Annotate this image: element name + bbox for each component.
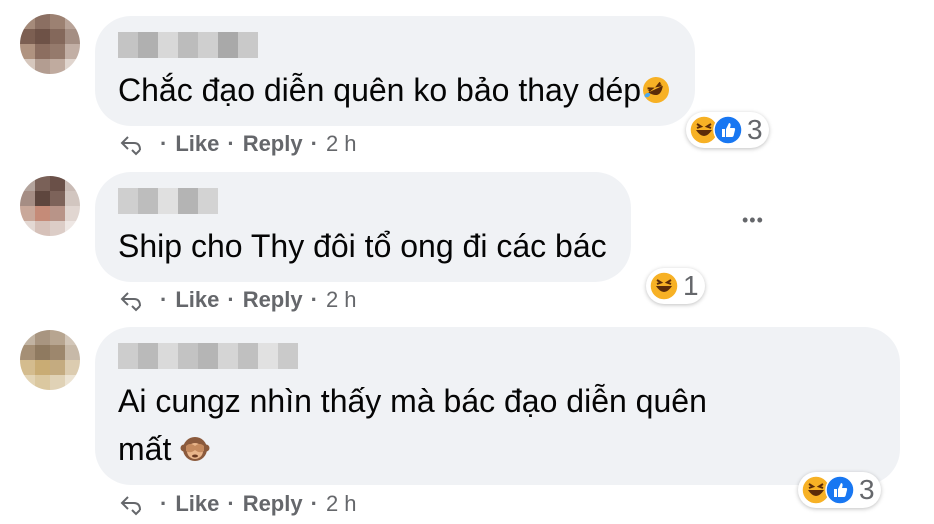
comment-bubble: Ship cho Thy đôi tổ ong đi các bác bbox=[95, 172, 631, 282]
haha-icon bbox=[649, 271, 679, 301]
comment-actions: · Like · Reply · 2 h bbox=[118, 491, 357, 517]
like-link[interactable]: Like bbox=[175, 491, 219, 517]
like-link[interactable]: Like bbox=[175, 287, 219, 313]
reaction-summary[interactable]: 1 bbox=[646, 268, 705, 304]
separator: · bbox=[160, 131, 168, 156]
reaction-count: 3 bbox=[859, 474, 875, 505]
separator: · bbox=[160, 491, 168, 516]
reply-link[interactable]: Reply bbox=[243, 131, 303, 157]
author-name-blurred[interactable] bbox=[118, 32, 671, 58]
see-no-evil-monkey-emoji-icon bbox=[180, 429, 210, 477]
separator: · bbox=[160, 287, 168, 312]
author-name-blurred[interactable] bbox=[118, 188, 607, 214]
share-icon[interactable] bbox=[118, 131, 144, 157]
share-icon[interactable] bbox=[118, 287, 144, 313]
separator: · bbox=[227, 491, 235, 516]
comment-actions: · Like · Reply · 2 h bbox=[118, 131, 357, 157]
reply-link[interactable]: Reply bbox=[243, 287, 303, 313]
comment-text: Chắc đạo diễn quên ko bảo thay dép bbox=[118, 66, 671, 118]
separator: · bbox=[310, 287, 318, 312]
reaction-count: 1 bbox=[683, 270, 699, 301]
separator: · bbox=[310, 131, 318, 156]
comment-actions: · Like · Reply · 2 h bbox=[118, 287, 357, 313]
comment-bubble: Ai cungz nhìn thấy mà bác đạo diễn quên … bbox=[95, 327, 900, 485]
reaction-summary[interactable]: 3 bbox=[798, 472, 881, 508]
more-options-button[interactable]: ••• bbox=[742, 210, 764, 231]
timestamp[interactable]: 2 h bbox=[326, 491, 357, 517]
timestamp[interactable]: 2 h bbox=[326, 131, 357, 157]
reply-link[interactable]: Reply bbox=[243, 491, 303, 517]
rofl-emoji-icon bbox=[641, 70, 671, 118]
avatar[interactable] bbox=[20, 176, 80, 236]
comment-text: Ship cho Thy đôi tổ ong đi các bác bbox=[118, 228, 607, 264]
like-icon bbox=[825, 475, 855, 505]
avatar[interactable] bbox=[20, 330, 80, 390]
separator: · bbox=[227, 131, 235, 156]
like-icon bbox=[713, 115, 743, 145]
comment-bubble: Chắc đạo diễn quên ko bảo thay dép bbox=[95, 16, 696, 126]
separator: · bbox=[310, 491, 318, 516]
separator: · bbox=[227, 287, 235, 312]
author-name-blurred[interactable] bbox=[118, 343, 876, 369]
share-icon[interactable] bbox=[118, 491, 144, 517]
comment-text: Ai cungz nhìn thấy mà bác đạo diễn quên … bbox=[118, 377, 876, 477]
like-link[interactable]: Like bbox=[175, 131, 219, 157]
timestamp[interactable]: 2 h bbox=[326, 287, 357, 313]
avatar[interactable] bbox=[20, 14, 80, 74]
reaction-summary[interactable]: 3 bbox=[686, 112, 769, 148]
reaction-count: 3 bbox=[747, 114, 763, 145]
